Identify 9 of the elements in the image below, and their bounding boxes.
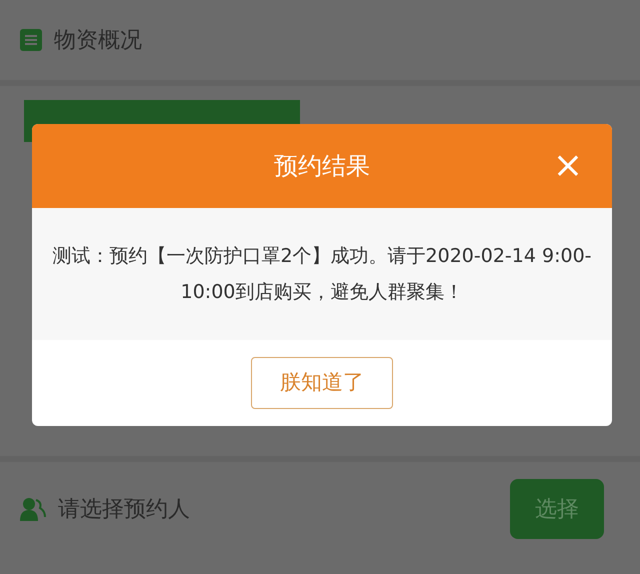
select-button[interactable]: 选择 [510,479,604,539]
reserve-label: 请选择预约人 [58,496,190,524]
section-title: 物资概况 [54,26,142,54]
person-icon [20,497,46,521]
dialog-title: 预约结果 [274,151,370,182]
close-button[interactable]: × [550,146,586,186]
list-icon [20,29,42,51]
dialog-message: 测试：预约【一次防护口罩2个】成功。请于2020-02-14 9:00-10:00到店购买，避免人群聚集！ [51,244,593,305]
confirm-button[interactable]: 朕知道了 [251,357,393,409]
